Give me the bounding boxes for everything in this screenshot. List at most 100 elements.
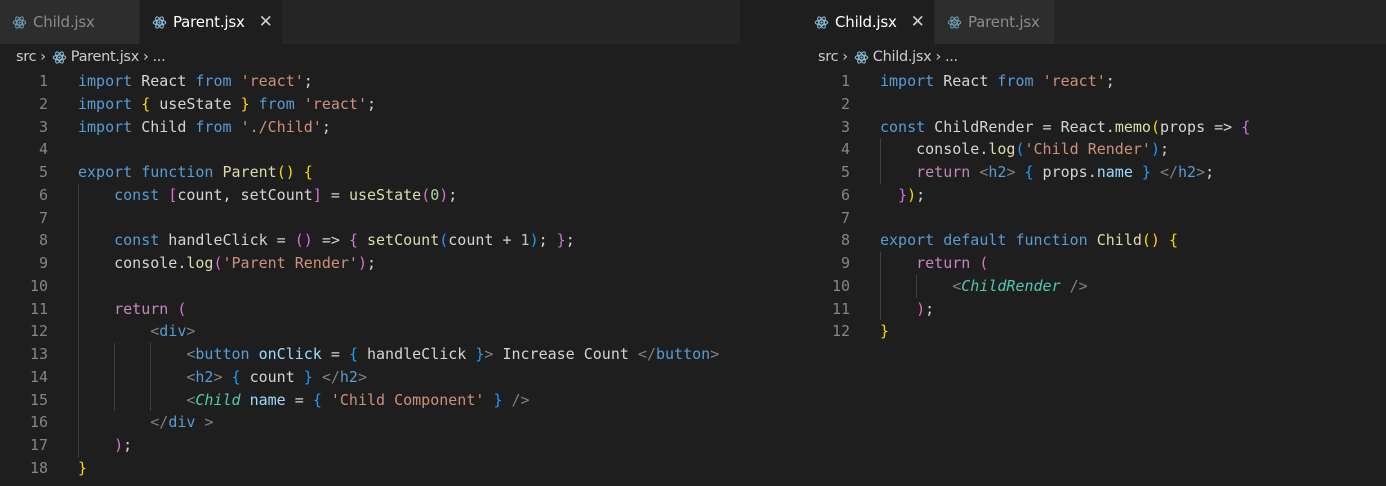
line-text: <button onClick = { handleClick }> Incre… <box>48 343 719 366</box>
close-icon[interactable]: ✕ <box>911 12 925 32</box>
code-line[interactable]: 4 <box>0 138 740 161</box>
line-number: 12 <box>831 322 850 341</box>
tab-child-jsx[interactable]: Child.jsx ✕ <box>802 0 935 44</box>
code-line[interactable]: 15 <Child name = { 'Child Component' } /… <box>0 389 740 412</box>
code-line[interactable]: 2 import { useState } from 'react'; <box>0 93 740 116</box>
code-token: 1 <box>520 231 530 250</box>
code-token: import <box>78 72 133 90</box>
code-token: > <box>1196 163 1206 181</box>
line-number: 15 <box>29 390 48 409</box>
code-line[interactable]: 10 <box>0 275 740 298</box>
close-icon[interactable]: ✕ <box>259 12 273 32</box>
tab-parent-jsx[interactable]: Parent.jsx <box>935 0 1055 44</box>
code-line[interactable]: 13 <button onClick = { handleClick }> In… <box>0 343 740 366</box>
code-line[interactable]: 6 const [count, setCount] = useState(0); <box>0 184 740 207</box>
breadcrumb-folder[interactable]: src <box>16 49 37 65</box>
breadcrumb-more[interactable]: ... <box>945 49 958 65</box>
line-number: 14 <box>29 367 48 386</box>
code-token: useState <box>150 94 241 113</box>
line-text: const [count, setCount] = useState(0); <box>48 184 457 207</box>
code-token: [ <box>168 185 178 204</box>
line-text: import React from 'react'; <box>48 70 313 93</box>
line-text: </div > <box>48 411 213 434</box>
code-line[interactable]: 4 console.log('Child Render'); <box>802 138 1386 161</box>
code-token: Child <box>195 390 241 409</box>
editor-root: Child.jsx Parent.jsx ✕ src › Parent.jsx … <box>0 0 1386 486</box>
code-line[interactable]: 9 console.log('Parent Render'); <box>0 252 740 275</box>
code-token: 'Child Render' <box>1024 140 1151 159</box>
code-token: ( <box>421 185 431 204</box>
breadcrumb-file[interactable]: Parent.jsx <box>71 49 140 65</box>
code-line[interactable]: 5 return <h2> { props.name } </h2>; <box>802 161 1386 184</box>
code-token: ; <box>1205 163 1215 181</box>
code-line[interactable]: 1 import React from 'react'; <box>802 70 1386 93</box>
code-editor-right[interactable]: 1 import React from 'react'; 2 3 const Child… <box>802 70 1386 343</box>
code-line[interactable]: 8 export default function Child() { <box>802 229 1386 252</box>
code-line[interactable]: 5 export function Parent() { <box>0 161 740 184</box>
code-line[interactable]: 11 ); <box>802 298 1386 321</box>
tab-parent-jsx[interactable]: Parent.jsx ✕ <box>140 0 283 44</box>
code-token: ) <box>916 299 926 318</box>
line-number: 5 <box>38 163 48 181</box>
line-number: 11 <box>831 299 850 318</box>
line-number: 2 <box>840 94 850 113</box>
code-line[interactable]: 12 <div> <box>0 320 740 343</box>
code-token: h2 <box>988 163 1007 181</box>
code-line[interactable]: 11 return ( <box>0 298 740 321</box>
code-line[interactable]: 16 </div > <box>0 411 740 434</box>
code-token: handleClick <box>357 345 476 363</box>
code-line[interactable]: 18} <box>0 457 740 480</box>
code-line[interactable]: 3 import Child from './Child'; <box>0 116 740 139</box>
code-token: ; <box>925 299 935 318</box>
react-icon <box>12 15 27 30</box>
line-number: 5 <box>840 163 850 181</box>
code-token: > <box>204 413 214 432</box>
breadcrumb-more[interactable]: ... <box>152 49 165 65</box>
indent-guide <box>916 274 918 298</box>
line-number: 16 <box>29 413 48 432</box>
code-token: } <box>898 185 908 204</box>
right-editor-pane: Child.jsx ✕ Parent.jsx src › Child.jsx ›… <box>802 0 1386 486</box>
code-token: log <box>988 140 1016 159</box>
code-token: h2 <box>1178 163 1197 181</box>
code-line[interactable]: 2 <box>802 93 1386 116</box>
right-tab-bar: Child.jsx ✕ Parent.jsx <box>802 0 1386 44</box>
code-line[interactable]: 14 <h2> { count } </h2> <box>0 366 740 389</box>
code-line[interactable]: 6 }); <box>802 184 1386 207</box>
line-number: 4 <box>840 140 850 159</box>
breadcrumb-folder[interactable]: src <box>818 49 839 65</box>
code-line[interactable]: 17 ); <box>0 434 740 457</box>
code-token: = <box>321 185 349 204</box>
code-line[interactable]: 12} <box>802 320 1386 343</box>
code-token: setCount <box>367 231 440 250</box>
code-token: => <box>312 231 349 250</box>
code-line[interactable]: 7 <box>802 207 1386 230</box>
line-text: import Child from './Child'; <box>48 116 331 139</box>
chevron-right-icon: › <box>935 49 941 65</box>
code-line[interactable]: 8 const handleClick = () => { setCount(c… <box>0 229 740 252</box>
code-line[interactable]: 9 return ( <box>802 252 1386 275</box>
code-line[interactable]: 3 const ChildRender = React.memo(props =>… <box>802 116 1386 139</box>
code-token: { <box>303 163 313 181</box>
code-editor-left[interactable]: 1 import React from 'react'; 2 import { use… <box>0 70 740 480</box>
tab-child-jsx[interactable]: Child.jsx <box>0 0 140 44</box>
breadcrumb-file[interactable]: Child.jsx <box>873 49 932 65</box>
code-token: handleClick = <box>159 231 295 250</box>
line-text: export default function Child() { <box>850 229 1178 252</box>
code-line[interactable]: 1 import React from 'react'; <box>0 70 740 93</box>
left-editor-pane: Child.jsx Parent.jsx ✕ src › Parent.jsx … <box>0 0 740 486</box>
code-token: </ <box>637 345 656 363</box>
line-text: <h2> { count } </h2> <box>48 366 367 389</box>
code-line[interactable]: 10 <ChildRender /> <box>802 275 1386 298</box>
code-line[interactable]: 7 <box>0 207 740 230</box>
